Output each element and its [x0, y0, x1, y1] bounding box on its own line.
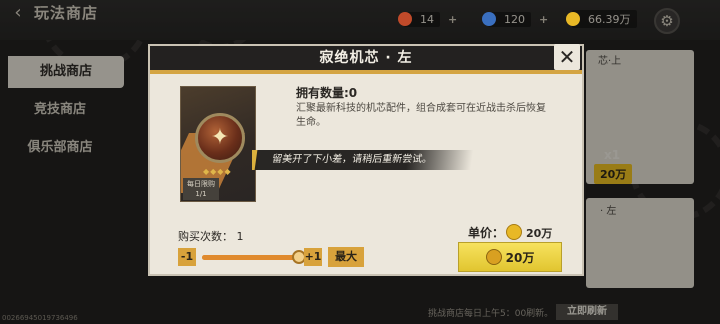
- purchase-count-value: 1: [236, 230, 244, 243]
- unit-price-label: 单价：: [468, 226, 505, 240]
- header-accent-stripe: [150, 70, 582, 74]
- owned-count: 拥有数量:0: [296, 86, 358, 100]
- purchase-count: 购买次数： 1: [178, 228, 244, 244]
- unit-price-value: 20万: [526, 227, 553, 240]
- gold-coin-icon: [485, 249, 502, 265]
- daily-limit-label: 每日限购: [187, 180, 215, 188]
- gold-coin-icon: [566, 12, 580, 26]
- blue-crystal-icon: [482, 12, 496, 26]
- chip-core-icon: ✦: [195, 113, 245, 163]
- slider-fill: [202, 255, 300, 260]
- modal-title: 寂绝机芯 · 左: [150, 46, 582, 70]
- daily-limit-value: 1/1: [195, 190, 207, 198]
- item-description: 汇聚最新科技的机芯配件，组合成套可在近战击杀后恢复生命。: [296, 103, 546, 128]
- item-portrait: ✦ ◆◆◆◆ 每日限购 1/1 x1: [180, 86, 256, 202]
- gold-coin-icon: [506, 224, 522, 240]
- quantity-slider[interactable]: [202, 255, 300, 260]
- decrease-button[interactable]: -1: [178, 248, 196, 266]
- total-price: 20万: [505, 250, 535, 265]
- toast-message: 留美开了下小差，请稍后重新尝试。: [254, 150, 474, 170]
- red-crystal-icon: [398, 12, 412, 26]
- purchase-count-label: 购买次数：: [178, 230, 233, 243]
- daily-limit-badge: 每日限购 1/1: [183, 178, 219, 200]
- close-x-icon[interactable]: ✕: [554, 44, 580, 70]
- buy-button[interactable]: 20万: [458, 242, 562, 272]
- max-button[interactable]: 最大: [328, 247, 364, 267]
- rarity-marks: ◆◆◆◆: [203, 167, 232, 176]
- increase-button[interactable]: +1: [304, 248, 322, 266]
